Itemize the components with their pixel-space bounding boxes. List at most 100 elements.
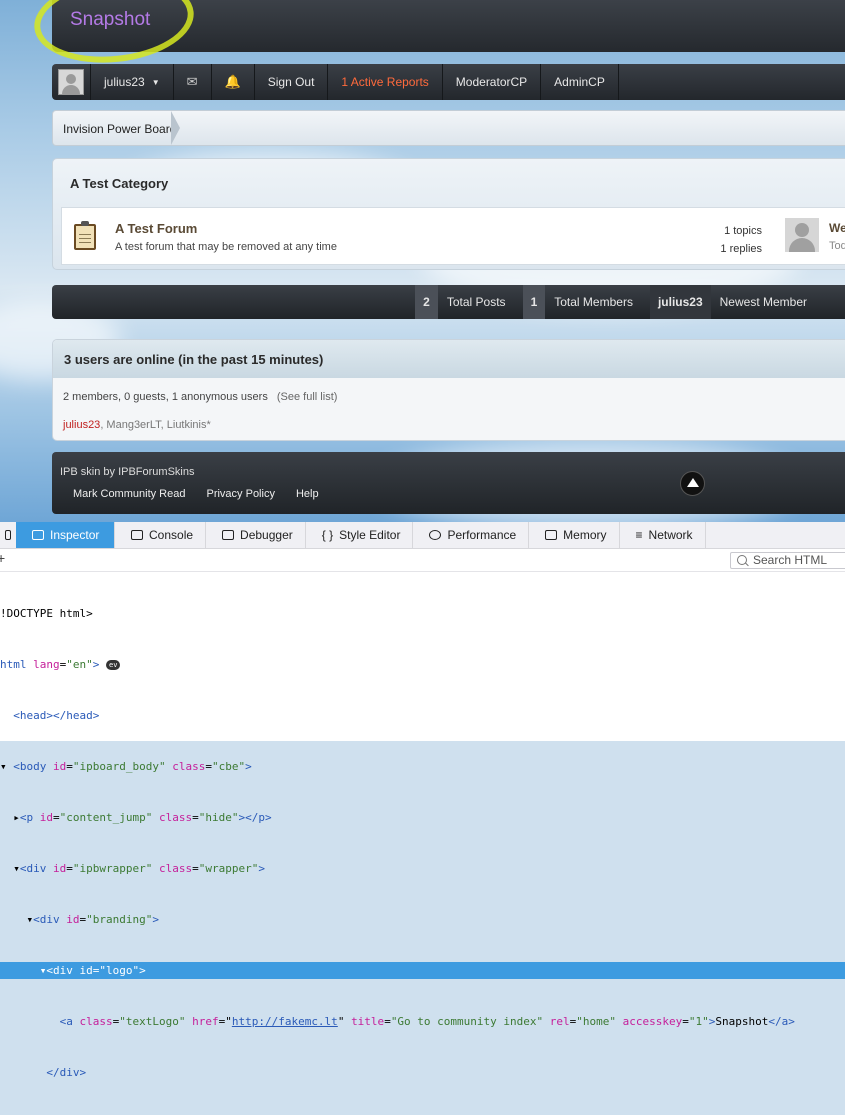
mark-read-link[interactable]: Mark Community Read xyxy=(73,488,185,500)
footer-links: Mark Community Read Privacy Policy Help xyxy=(73,488,340,500)
markup-line[interactable]: <head></head> xyxy=(0,707,845,724)
online-user-link[interactable]: julius23 xyxy=(63,419,100,431)
search-html-input[interactable]: Search HTML xyxy=(730,552,845,569)
footer: IPB skin by IPBForumSkins Mark Community… xyxy=(52,452,845,514)
admin-cp-link[interactable]: AdminCP xyxy=(541,64,619,100)
markup-value: "logo" xyxy=(99,964,140,977)
markup-attr: rel xyxy=(549,1015,570,1028)
add-node-button[interactable]: + xyxy=(0,550,5,566)
markup-tag: <p xyxy=(19,811,34,824)
collapse-arrow-icon[interactable]: ▾ xyxy=(13,862,20,875)
markup-line-selected[interactable]: ▾<div id="logo"> xyxy=(0,962,845,979)
markup-line[interactable]: ▸<p id="content_jump" class="hide"></p> xyxy=(0,809,845,826)
forum-name[interactable]: A Test Forum xyxy=(115,221,197,236)
tab-debugger[interactable]: Debugger xyxy=(206,522,306,548)
tab-performance[interactable]: Performance xyxy=(413,522,530,548)
markup-value: "branding" xyxy=(86,913,153,926)
collapse-arrow-icon[interactable]: ▾ xyxy=(0,760,7,773)
user-avatar[interactable] xyxy=(52,64,91,100)
stat-newest-member: julius23 Newest Member xyxy=(649,285,824,319)
tab-label: Console xyxy=(149,528,194,542)
markup-line[interactable]: ▾ <body id="ipboard_body" class="cbe"> xyxy=(0,758,845,775)
last-poster-avatar[interactable] xyxy=(785,218,819,252)
breadcrumb-home[interactable]: Invision Power Board xyxy=(63,122,176,136)
markup-link[interactable]: http://fakemc.lt xyxy=(232,1015,338,1028)
breadcrumb-separator xyxy=(171,111,180,145)
markup-attr: id xyxy=(53,862,67,875)
tab-console[interactable]: Console xyxy=(115,522,207,548)
stat-value: 1 xyxy=(522,285,546,319)
markup-tag: html xyxy=(0,658,27,671)
online-title: 3 users are online (in the past 15 minut… xyxy=(64,352,324,367)
tab-label: Debugger xyxy=(240,528,293,542)
tab-inspector[interactable]: Inspector xyxy=(16,522,115,548)
sign-out-link[interactable]: Sign Out xyxy=(255,64,329,100)
debugger-icon xyxy=(222,530,235,540)
markup-value: "ipboard_body" xyxy=(72,760,166,773)
board-stats-bar: 2 Total Posts 1 Total Members julius23 N… xyxy=(52,285,845,319)
markup-tag: <a xyxy=(59,1015,73,1028)
devtools-tabbar: Inspector Console Debugger { } Style Edit… xyxy=(0,522,845,549)
see-full-list-link[interactable]: (See full list) xyxy=(277,391,338,403)
online-users-block: 3 users are online (in the past 15 minut… xyxy=(52,339,845,441)
markup-value: "content_jump" xyxy=(59,811,153,824)
tab-network[interactable]: ≡ Network xyxy=(620,522,706,548)
clipboard-icon xyxy=(74,220,98,250)
back-to-top-button[interactable] xyxy=(680,471,705,496)
breadcrumb: Invision Power Board xyxy=(52,110,845,146)
markup-value: "wrapper" xyxy=(198,862,259,875)
markup-value: "en" xyxy=(66,658,93,671)
online-user-others[interactable]: , Mang3erLT, Liutkinis* xyxy=(100,419,210,431)
markup-line[interactable]: </div> xyxy=(0,1064,845,1081)
network-icon: ≡ xyxy=(635,528,643,542)
last-post-title[interactable]: We xyxy=(829,221,845,235)
expand-arrow-icon[interactable]: ▸ xyxy=(13,811,20,824)
markup-value: "ipbwrapper" xyxy=(72,862,153,875)
search-icon xyxy=(737,555,747,565)
caret-down-icon: ▼ xyxy=(151,77,160,87)
console-icon xyxy=(131,530,143,540)
stat-value: 2 xyxy=(415,285,438,319)
event-badge[interactable]: ev xyxy=(106,660,121,670)
skin-credit[interactable]: IPB skin by IPBForumSkins xyxy=(60,466,195,478)
markup-attr: id xyxy=(79,964,93,977)
forum-description: A test forum that may be removed at any … xyxy=(115,241,337,253)
stat-label: Total Members xyxy=(554,295,633,309)
devtools-pick-tool[interactable] xyxy=(0,522,16,548)
markup-line[interactable]: ▾<div id="branding"> xyxy=(0,911,845,928)
bell-icon: 🔔 xyxy=(224,74,241,89)
forum-row: A Test Forum A test forum that may be re… xyxy=(61,207,845,265)
markup-line[interactable]: <a class="textLogo" href="http://fakemc.… xyxy=(0,1013,845,1030)
markup-value: "hide" xyxy=(198,811,239,824)
markup-line[interactable]: !DOCTYPE html> xyxy=(0,605,845,622)
stat-total-members: 1 Total Members xyxy=(522,285,650,319)
markup-attr: class xyxy=(158,862,193,875)
markup-tree: !DOCTYPE html> html lang="en"> ev <head>… xyxy=(0,571,845,1115)
markup-attr: lang xyxy=(33,658,60,671)
markup-text: Snapshot xyxy=(715,1015,769,1028)
tab-memory[interactable]: Memory xyxy=(529,522,620,548)
collapse-arrow-icon[interactable]: ▾ xyxy=(40,964,47,977)
collapse-arrow-icon[interactable]: ▾ xyxy=(27,913,34,926)
help-link[interactable]: Help xyxy=(296,488,319,500)
markup-tag: ></p> xyxy=(238,811,272,824)
topics-count: 1 topics xyxy=(724,225,762,237)
stat-label: Total Posts xyxy=(446,295,506,309)
category-title[interactable]: A Test Category xyxy=(70,176,168,191)
gauge-icon xyxy=(429,530,442,540)
markup-line[interactable]: html lang="en"> ev xyxy=(0,656,845,673)
notifications-button[interactable]: 🔔 xyxy=(212,64,255,100)
category-block: A Test Category A Test Forum A test foru… xyxy=(52,158,845,270)
tab-label: Network xyxy=(648,528,693,542)
privacy-policy-link[interactable]: Privacy Policy xyxy=(206,488,274,500)
user-menu[interactable]: julius23 ▼ xyxy=(91,64,174,100)
tab-label: Inspector xyxy=(50,528,100,542)
markup-line[interactable]: ▾<div id="ipbwrapper" class="wrapper"> xyxy=(0,860,845,877)
active-reports-link[interactable]: 1 Active Reports xyxy=(328,64,443,100)
tab-style-editor[interactable]: { } Style Editor xyxy=(306,522,414,548)
devtools-panel: Inspector Console Debugger { } Style Edit… xyxy=(0,522,845,1079)
moderator-cp-link[interactable]: ModeratorCP xyxy=(443,64,542,100)
avatar-icon xyxy=(58,69,84,95)
messages-button[interactable]: ✉ xyxy=(174,64,212,100)
newest-member-link[interactable]: julius23 xyxy=(649,285,711,319)
